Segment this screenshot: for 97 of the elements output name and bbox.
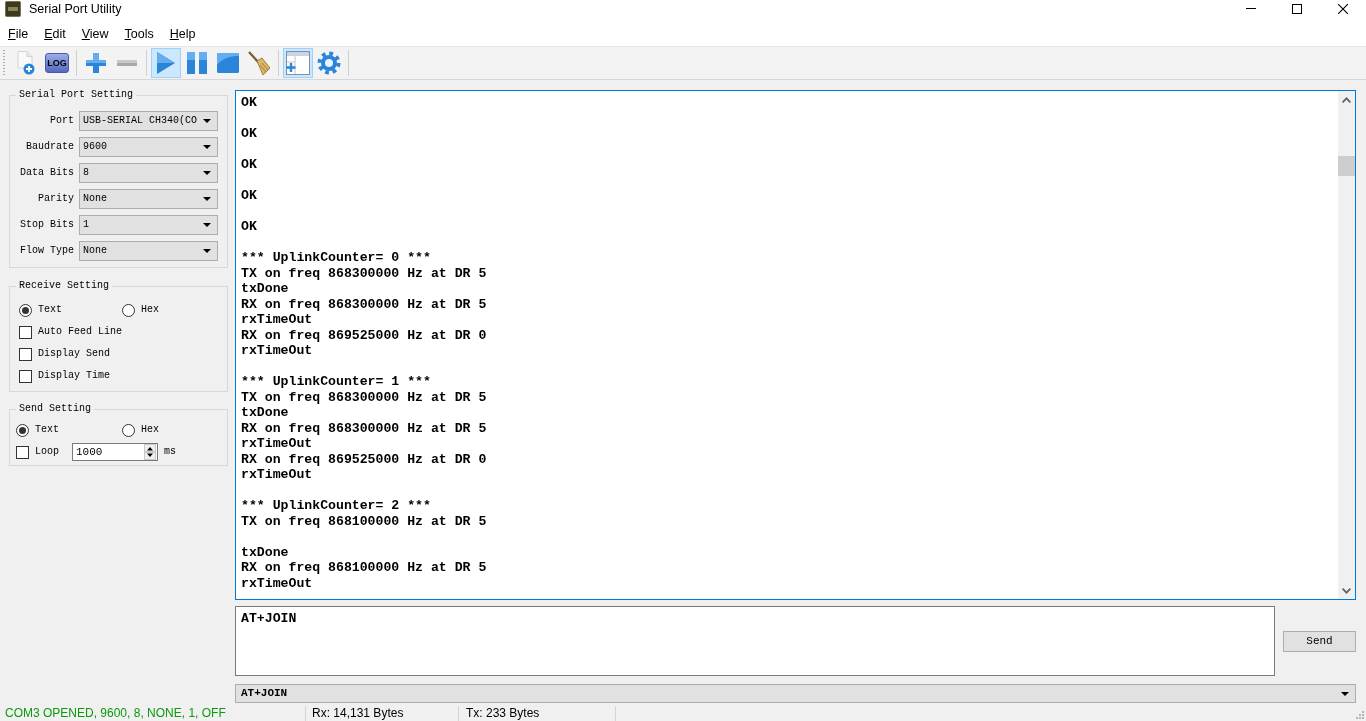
unit-label: ms (164, 445, 177, 459)
caret-icon (203, 223, 211, 227)
checkbox-label: Loop (35, 445, 59, 459)
checkbox[interactable] (19, 369, 32, 383)
radio-button[interactable] (16, 423, 29, 437)
tx-counter: Tx: 233 Bytes (459, 706, 616, 721)
option-label: Text (38, 303, 62, 317)
caret-icon (203, 145, 211, 149)
dropdown[interactable]: 9600 (79, 137, 218, 157)
resize-grip-icon[interactable] (1356, 711, 1364, 719)
log-line: OK (241, 219, 258, 235)
caret-icon (203, 249, 211, 253)
checkbox-label: Display Send (38, 347, 110, 361)
field-label: Data Bits (19, 166, 74, 180)
play-button[interactable] (151, 48, 181, 78)
history-dropdown[interactable]: AT+JOIN (235, 684, 1356, 703)
log-line: OK (241, 95, 258, 111)
caret-icon (203, 197, 211, 201)
caret-icon (1341, 691, 1349, 696)
scroll-up-icon[interactable] (1342, 96, 1351, 103)
dropdown[interactable]: 8 (79, 163, 218, 183)
scroll-thumb[interactable] (1338, 156, 1355, 176)
minimize-icon (1246, 8, 1256, 9)
rx-counter: Rx: 14,131 Bytes (306, 706, 459, 721)
log-line: txDone (241, 281, 290, 297)
dropdown[interactable]: None (79, 241, 218, 261)
log-line: rxTimeOut (241, 467, 314, 483)
option-label: Hex (141, 423, 159, 437)
group-title: Serial Port Setting (18, 88, 135, 102)
log-line: *** UplinkCounter= 0 *** (241, 250, 432, 266)
menu-item[interactable]: View (73, 23, 117, 46)
log-line: rxTimeOut (241, 436, 314, 452)
broom-icon (248, 51, 270, 75)
group-title: Receive Setting (18, 279, 110, 293)
menu-item[interactable]: Help (161, 23, 204, 46)
pause-icon (187, 52, 207, 74)
log-line: TX on freq 868100000 Hz at DR 5 (241, 513, 488, 529)
log-line: *** UplinkCounter= 1 *** (241, 374, 432, 390)
log-line: RX on freq 869525000 Hz at DR 0 (241, 327, 488, 343)
log-line: RX on freq 869525000 Hz at DR 0 (241, 451, 488, 467)
menu-item[interactable]: File (0, 23, 37, 46)
menu-item[interactable]: Tools (116, 23, 162, 46)
send-button[interactable]: Send (1283, 630, 1356, 652)
checkbox[interactable] (19, 347, 32, 361)
minus-icon (117, 60, 137, 66)
option-label: Hex (141, 303, 159, 317)
log-line: rxTimeOut (241, 343, 314, 359)
scrollbar[interactable] (1338, 91, 1355, 599)
gear-icon (317, 51, 341, 75)
play-icon (157, 52, 175, 74)
dropdown[interactable]: None (79, 189, 218, 209)
log-line: txDone (241, 544, 290, 560)
log-line: rxTimeOut (241, 575, 314, 591)
log-line: RX on freq 868300000 Hz at DR 5 (241, 420, 488, 436)
log-line: OK (241, 126, 258, 142)
radio-button[interactable] (122, 303, 135, 317)
log-line: OK (241, 157, 258, 173)
checkbox[interactable] (19, 325, 32, 339)
field-label: Baudrate (25, 140, 74, 154)
checkbox-label: Display Time (38, 369, 110, 383)
log-line: TX on freq 868300000 Hz at DR 5 (241, 265, 488, 281)
field-label: Stop Bits (19, 218, 74, 232)
dropdown[interactable]: 1 (79, 215, 218, 235)
log-line: RX on freq 868300000 Hz at DR 5 (241, 296, 488, 312)
option-label: Text (35, 423, 59, 437)
document-plus-icon (16, 51, 36, 75)
layout-button[interactable] (283, 48, 313, 78)
checkbox-label: Auto Feed Line (38, 325, 122, 339)
group-title: Send Setting (18, 402, 92, 416)
log-line: rxTimeOut (241, 312, 314, 328)
scroll-down-icon[interactable] (1342, 587, 1351, 594)
spin-arrows-icon[interactable] (144, 444, 156, 460)
log-line: TX on freq 868300000 Hz at DR 5 (241, 389, 488, 405)
send-input[interactable]: AT+JOIN (235, 606, 1275, 676)
field-label: Port (49, 114, 74, 128)
connection-status: COM3 OPENED, 9600, 8, NONE, 1, OFF (0, 706, 306, 721)
log-line: OK (241, 188, 258, 204)
caret-icon (203, 171, 211, 175)
dropdown[interactable]: USB-SERIAL CH340(CO (79, 111, 218, 131)
radio-button[interactable] (19, 303, 32, 317)
plus-icon (86, 53, 106, 73)
radio-button[interactable] (122, 423, 135, 437)
caret-icon (203, 119, 211, 123)
interval-spinbox[interactable]: 1000 (72, 443, 158, 461)
field-label: Parity (37, 192, 74, 206)
field-label: Flow Type (19, 244, 74, 258)
log-line: *** UplinkCounter= 2 *** (241, 498, 432, 514)
log-line: RX on freq 868100000 Hz at DR 5 (241, 560, 488, 576)
window-plus-icon (286, 51, 310, 75)
window-title: Serial Port Utility (29, 0, 122, 17)
stop-icon (217, 53, 239, 73)
app-icon (5, 0, 21, 17)
checkbox[interactable] (16, 445, 29, 459)
maximize-icon (1292, 3, 1302, 14)
close-icon (1338, 3, 1348, 14)
log-line: txDone (241, 405, 290, 421)
menu-item[interactable]: Edit (36, 23, 74, 46)
